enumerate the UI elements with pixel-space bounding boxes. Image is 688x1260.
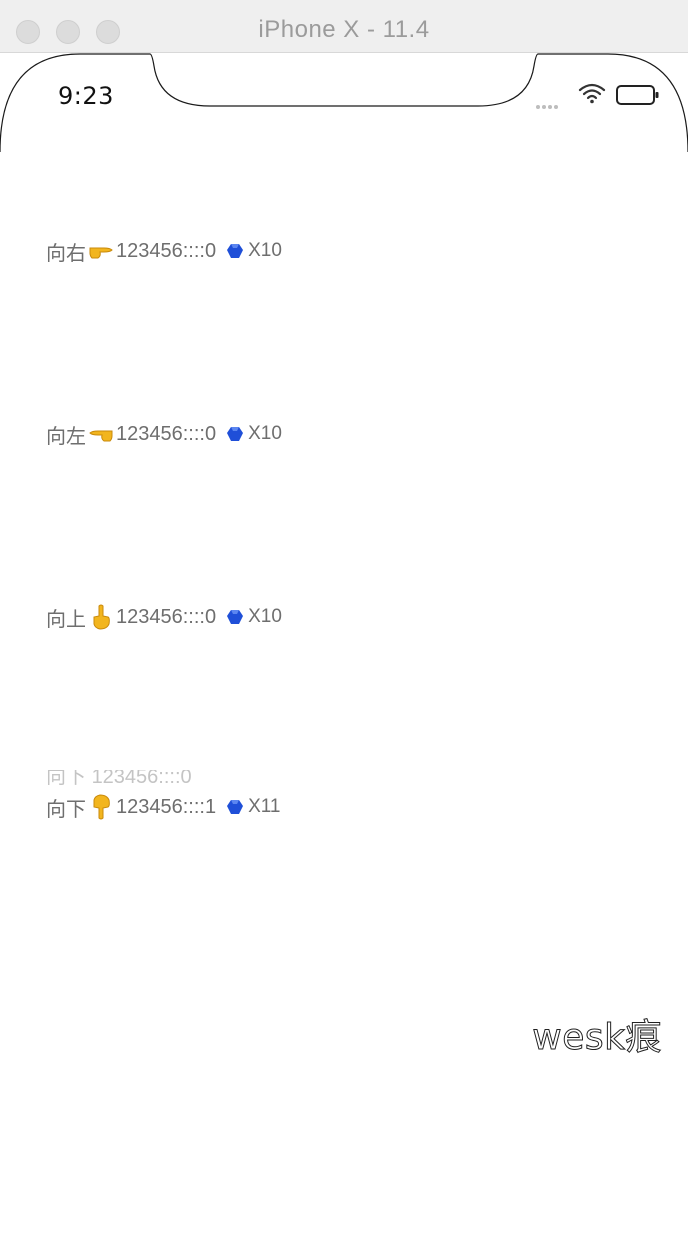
wifi-icon	[578, 83, 606, 104]
gem-count: X10	[248, 240, 282, 261]
status-icons	[500, 82, 660, 109]
list-item-up: 向上 123456::::0 X10	[46, 602, 282, 632]
gem-count: X11	[248, 796, 281, 817]
value-text: 123456::::1	[116, 795, 217, 818]
gem-count: X10	[248, 606, 282, 627]
signal-dots-icon	[536, 96, 560, 114]
blue-gem-icon	[227, 800, 244, 814]
list-item-right: 向右 123456::::0 X10	[46, 236, 282, 266]
value-text: 123456::::0	[116, 422, 217, 445]
value-text: 123456::::0	[116, 605, 217, 628]
ghost-value: 123456::::0	[91, 770, 192, 786]
gem-count: X10	[248, 423, 282, 444]
window-title: iPhone X - 11.4	[258, 16, 430, 43]
pointing-right-icon	[89, 247, 113, 259]
pointing-down-icon	[93, 794, 110, 820]
command-label: 向上	[46, 608, 86, 631]
pointing-left-icon	[89, 430, 113, 442]
status-time: 9:23	[58, 82, 114, 110]
blue-gem-icon	[227, 244, 244, 258]
command-label: 向右	[46, 242, 86, 265]
watermark: wesk痕	[532, 1017, 662, 1059]
battery-icon	[616, 85, 659, 105]
iphone-frame	[0, 53, 688, 153]
list-item-down: 向下 123456::::1 X11	[46, 792, 281, 822]
value-text: 123456::::0	[116, 239, 217, 262]
pointing-up-icon	[93, 604, 110, 630]
command-label: 向左	[46, 425, 86, 448]
simulator-title-bar: iPhone X - 11.4	[0, 0, 688, 53]
list-item-left: 向左 123456::::0 X10	[46, 419, 282, 449]
command-label: 向下	[46, 798, 86, 821]
ghost-command: 向下	[46, 770, 86, 786]
blue-gem-icon	[227, 610, 244, 624]
blue-gem-icon	[227, 427, 244, 441]
ghost-row-remnant: 向下 123456::::0	[46, 770, 316, 786]
